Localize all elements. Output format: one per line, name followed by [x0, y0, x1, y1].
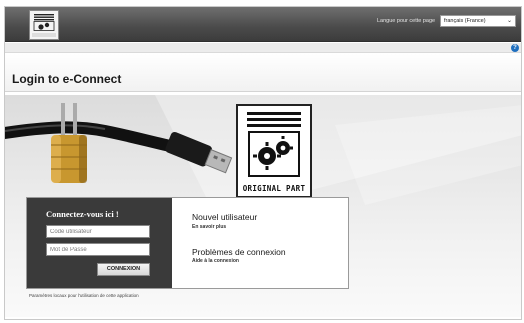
language-select[interactable]: français (France) ⌄	[440, 15, 516, 27]
app-window: Langue pour cette page français (France)…	[4, 6, 522, 320]
chevron-down-icon: ⌄	[506, 18, 512, 24]
login-panel: Connectez-vous ici ! CONNEXION	[27, 198, 172, 288]
learn-more-link[interactable]: En savoir plus	[192, 224, 226, 230]
login-card: Connectez-vous ici ! CONNEXION Nouvel ut…	[26, 197, 349, 289]
original-part-caption: ORIGINAL PART	[242, 184, 306, 193]
local-settings-link[interactable]: Paramètres locaux pour l'utilisation de …	[29, 293, 139, 298]
password-input[interactable]	[46, 243, 150, 256]
login-help-link[interactable]: Aide à la connexion	[192, 258, 239, 264]
page-title: Login to e-Connect	[12, 72, 122, 86]
title-bar: Login to e-Connect	[5, 54, 521, 92]
connexion-button[interactable]: CONNEXION	[97, 263, 150, 276]
connection-problems-link[interactable]: Problèmes de connexion	[192, 247, 286, 257]
top-header: Langue pour cette page français (France)…	[5, 7, 521, 42]
new-user-link[interactable]: Nouvel utilisateur	[192, 212, 257, 222]
padlock-icon	[51, 135, 87, 183]
language-label: Langue pour cette page	[377, 18, 436, 24]
help-bar: ?	[5, 43, 521, 53]
original-part-badge: ORIGINAL PART	[236, 104, 312, 198]
help-icon[interactable]: ?	[511, 44, 519, 52]
original-part-logo-icon[interactable]	[29, 10, 59, 40]
username-input[interactable]	[46, 225, 150, 238]
hero-banner: ORIGINAL PART Connectez-vous ici ! CONNE…	[5, 95, 521, 317]
language-select-value: français (France)	[444, 18, 486, 24]
login-heading: Connectez-vous ici !	[46, 209, 119, 219]
